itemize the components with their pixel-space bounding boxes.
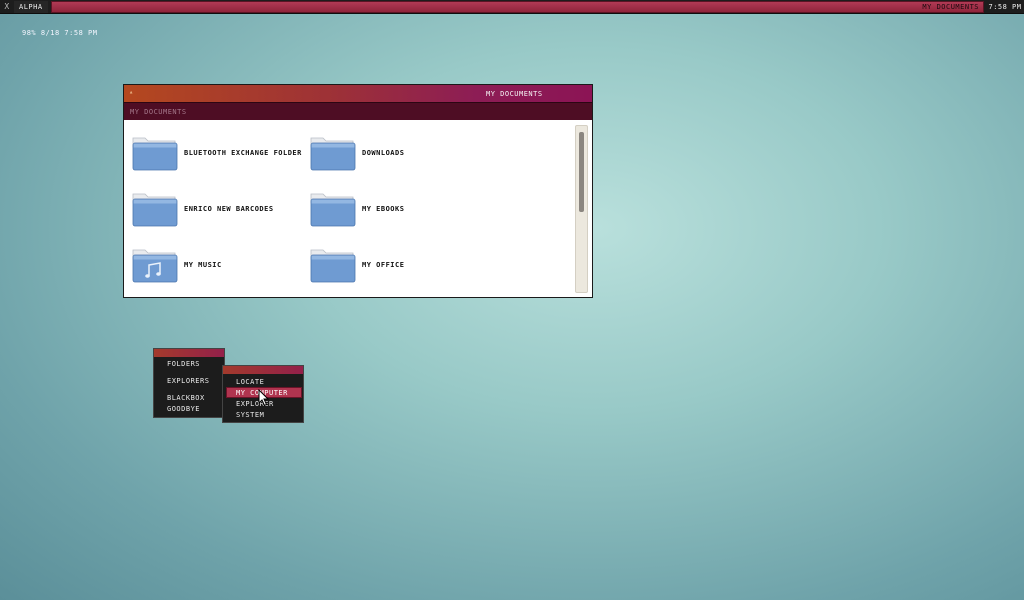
file-manager-window: ▴ MY DOCUMENTS MY DOCUMENTS BLUETOOTH EX…	[123, 84, 593, 298]
menu-item-blackbox[interactable]: BLACKBOX	[167, 393, 205, 404]
item-label: DOWNLOADS	[362, 149, 405, 157]
taskbar-item-my-documents[interactable]: MY DOCUMENTS	[51, 1, 984, 13]
window-menu-icon[interactable]: ▴	[129, 88, 134, 96]
folder-icon	[310, 193, 356, 227]
root-menu: FOLDERS EXPLORERS BLACKBOX GOODBYE	[153, 348, 225, 418]
menu-item-goodbye[interactable]: GOODBYE	[167, 404, 200, 415]
submenu-titlebar	[223, 366, 303, 374]
submenu-item-system[interactable]: SYSTEM	[236, 410, 264, 421]
desktop-status: 98% 8/18 7:58 pm	[22, 29, 98, 37]
folder-icon	[310, 137, 356, 171]
item-label: BLUETOOTH EXCHANGE FOLDER	[184, 149, 302, 157]
address-bar[interactable]: MY DOCUMENTS	[124, 102, 592, 120]
file-list: BLUETOOTH EXCHANGE FOLDER DOWNLOADS ENRI…	[124, 121, 592, 297]
root-menu-titlebar	[154, 349, 224, 357]
clock: 7:58 PM	[988, 3, 1022, 11]
workspace-name[interactable]: ALPHA	[14, 1, 48, 13]
menu-item-explorers[interactable]: EXPLORERS	[167, 376, 209, 387]
close-icon[interactable]: x	[2, 2, 12, 12]
item-label: MY EBOOKS	[362, 205, 405, 213]
top-panel: x ALPHA MY DOCUMENTS 7:58 PM	[0, 0, 1024, 14]
folder-icon	[132, 193, 178, 227]
folder-icon	[310, 249, 356, 283]
address-bar-path: MY DOCUMENTS	[130, 108, 187, 116]
menu-item-folders[interactable]: FOLDERS	[167, 359, 200, 370]
scrollbar-thumb[interactable]	[579, 132, 584, 212]
folder-icon	[132, 137, 178, 171]
item-label: MY MUSIC	[184, 261, 222, 269]
vertical-scrollbar[interactable]	[575, 125, 588, 293]
window-titlebar[interactable]: ▴ MY DOCUMENTS	[124, 85, 592, 102]
mouse-pointer-icon	[258, 389, 270, 407]
item-label: ENRICO NEW BARCODES	[184, 205, 274, 213]
taskbar-item-label: MY DOCUMENTS	[922, 3, 979, 11]
window-title: MY DOCUMENTS	[486, 90, 543, 98]
music-folder-icon	[132, 249, 178, 283]
item-label: MY OFFICE	[362, 261, 405, 269]
